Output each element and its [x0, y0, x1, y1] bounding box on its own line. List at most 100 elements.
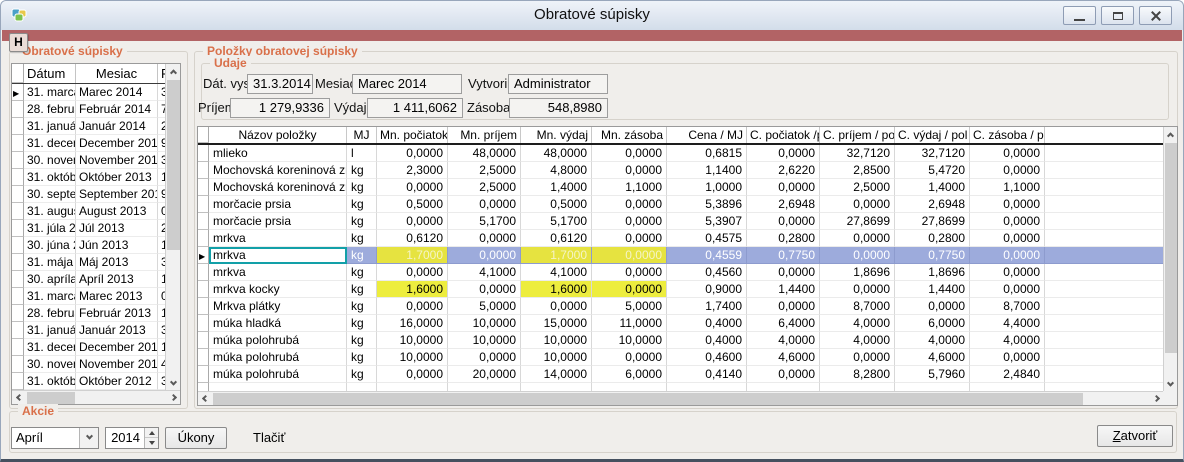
scroll-right-arrow-icon[interactable] [166, 391, 180, 404]
scroll-left-arrow-icon[interactable] [198, 392, 212, 405]
item-name-cell: Mochovská koreninová zmes [209, 162, 347, 179]
scroll-up-arrow-icon[interactable] [166, 64, 180, 78]
table-row[interactable]: ▶mrkvakg1,70000,00001,70000,00000,45590,… [198, 247, 1163, 264]
column-header-c-zasoba[interactable]: C. zásoba / po [970, 127, 1045, 143]
list-item[interactable]: ▶31. marca 2014Marec 20143 [12, 84, 165, 101]
scrollbar-thumb[interactable] [27, 392, 75, 404]
table-row[interactable]: morčacie prsiakg0,50000,00000,50000,0000… [198, 196, 1163, 213]
date-cell: 31. januára 2014 [24, 118, 76, 135]
table-row[interactable]: mrkvakg0,61200,00000,61200,00000,45750,2… [198, 230, 1163, 247]
table-row[interactable]: múka polohrubákg10,000010,000010,000010,… [198, 332, 1163, 349]
table-row[interactable]: mliekol0,000048,000048,00000,00000,68150… [198, 145, 1163, 162]
ukony-button[interactable]: Úkony [165, 427, 227, 449]
column-header-datum[interactable]: Dátum [24, 64, 76, 83]
scrollbar-thumb[interactable] [1165, 143, 1177, 353]
list-item[interactable]: 30. júna 2013Jún 20131 [12, 237, 165, 254]
left-list-horizontal-scrollbar[interactable] [12, 390, 180, 404]
dat-vyst-field[interactable]: 31.3.2014 [247, 74, 313, 94]
vydaj-field[interactable]: 1 411,6062 [367, 98, 463, 118]
column-header-mesiac[interactable]: Mesiac [76, 64, 158, 83]
table-row[interactable]: mrkva kockykg1,60000,00001,60000,00000,9… [198, 281, 1163, 298]
zasoba-field[interactable]: 548,8980 [509, 98, 608, 118]
value-cell: 8,7000 [970, 298, 1045, 315]
column-header-c-pociatok[interactable]: C. počiatok /po [747, 127, 820, 143]
scroll-right-arrow-icon[interactable] [1149, 392, 1163, 405]
list-item[interactable]: 31. decembra 2012December 20121 [12, 339, 165, 356]
stepper-down-icon[interactable] [145, 438, 158, 448]
date-cell: 31. marca 2013 [24, 288, 76, 305]
column-header-mn-prijem[interactable]: Mn. príjem [448, 127, 521, 143]
month-cell: December 2012 [76, 339, 158, 356]
month-cell: Jún 2013 [76, 237, 158, 254]
stepper-up-icon[interactable] [145, 428, 158, 438]
column-header-p[interactable]: P [158, 64, 165, 83]
h-button[interactable]: H [9, 33, 28, 52]
value-cell: 0,0000 [820, 196, 895, 213]
vytvoril-field[interactable]: Administrator [508, 74, 608, 94]
column-header-c-vydaj[interactable]: C. výdaj / pol [895, 127, 970, 143]
scroll-down-arrow-icon[interactable] [166, 376, 180, 390]
month-cell: November 2012 [76, 356, 158, 373]
value-cell: 0,0000 [448, 349, 521, 366]
scroll-down-arrow-icon[interactable] [1164, 377, 1177, 391]
list-item[interactable]: 31. januára 2014Január 20142 [12, 118, 165, 135]
row-selector [198, 196, 209, 213]
value-cell: 0,4575 [667, 230, 747, 247]
column-header-nazov[interactable]: Názov položky [209, 127, 347, 143]
value-cell: 2,5000 [448, 179, 521, 196]
list-item[interactable]: 31. júla 2013Júl 20132 [12, 220, 165, 237]
table-row[interactable]: múka polohrubákg0,000020,000014,00006,00… [198, 366, 1163, 383]
list-item[interactable]: 31. marca 2013Marec 20130 [12, 288, 165, 305]
unit-cell: kg [347, 213, 377, 230]
scroll-up-arrow-icon[interactable] [1164, 127, 1177, 141]
year-stepper[interactable]: 2014 [105, 427, 159, 449]
minimize-button[interactable] [1063, 6, 1096, 25]
unit-cell: kg [347, 247, 377, 264]
column-header-mn-zasoba[interactable]: Mn. zásoba [592, 127, 667, 143]
mesiac-field[interactable]: Marec 2014 [352, 74, 462, 94]
column-header-mj[interactable]: MJ [347, 127, 377, 143]
column-header-mn-pociatok[interactable]: Mn. počiatok [377, 127, 448, 143]
table-row[interactable]: múka hladkákg16,000010,000015,000011,000… [198, 315, 1163, 332]
value-cell: 0,4600 [667, 349, 747, 366]
value-cell: 4,6000 [747, 349, 820, 366]
scroll-left-arrow-icon[interactable] [12, 391, 26, 404]
column-header-cena-mj[interactable]: Cena / MJ [667, 127, 747, 143]
list-item[interactable]: 30. novembra 2013November 20133 [12, 152, 165, 169]
list-item[interactable]: 31. mája 2013Máj 20133 [12, 254, 165, 271]
date-cell: 31. júla 2013 [24, 220, 76, 237]
maximize-button[interactable] [1101, 6, 1134, 25]
zatvorit-button[interactable]: Zatvoriť [1097, 425, 1173, 447]
table-row[interactable]: Mrkva plátkykg0,00005,00000,00005,00001,… [198, 298, 1163, 315]
list-item[interactable]: 30. septembra 2013September 20139 [12, 186, 165, 203]
column-header-mn-vydaj[interactable]: Mn. výdaj [521, 127, 592, 143]
list-item[interactable]: 31. januára 2013Január 20133 [12, 322, 165, 339]
month-cell: Február 2014 [76, 101, 158, 118]
table-row[interactable]: mrkvakg0,00004,10004,10000,00000,45600,0… [198, 264, 1163, 281]
list-item[interactable]: 30. novembra 2012November 20124 [12, 356, 165, 373]
close-button[interactable] [1139, 6, 1172, 25]
list-item[interactable]: 28. februára 2014Február 20147 [12, 101, 165, 118]
vydaj-label: Výdaj [334, 98, 367, 118]
list-item[interactable]: 31. októbra 2012Október 20123 [12, 373, 165, 390]
table-row[interactable]: Mochovská koreninová zmeskg2,30002,50004… [198, 162, 1163, 179]
item-name-cell: mrkva [209, 247, 347, 264]
left-list-vertical-scrollbar[interactable] [165, 64, 180, 390]
table-row[interactable]: morčacie prsiakg0,00005,17005,17000,0000… [198, 213, 1163, 230]
month-select[interactable]: Apríl [11, 427, 99, 449]
items-table-horizontal-scrollbar[interactable] [198, 391, 1163, 405]
list-item[interactable]: 30. apríla 2013Apríl 20131 [12, 271, 165, 288]
column-header-c-prijem[interactable]: C. príjem / pol [820, 127, 895, 143]
scrollbar-thumb[interactable] [167, 80, 180, 250]
table-row[interactable]: Mochovská koreninová zmeskg0,00002,50001… [198, 179, 1163, 196]
list-item[interactable]: 31. augusta 2013August 20130 [12, 203, 165, 220]
prijem-field[interactable]: 1 279,9336 [230, 98, 330, 118]
chevron-down-icon[interactable] [79, 428, 98, 448]
list-item[interactable]: 31. októbra 2013Október 20131 [12, 169, 165, 186]
list-item[interactable]: 28. februára 2013Február 20131 [12, 305, 165, 322]
list-item[interactable]: 31. decembra 2013December 20139 [12, 135, 165, 152]
scrollbar-thumb[interactable] [213, 393, 1083, 405]
items-table-vertical-scrollbar[interactable] [1163, 127, 1177, 391]
item-name-cell: Mrkva plátky [209, 298, 347, 315]
table-row[interactable]: múka polohrubákg10,00000,000010,00000,00… [198, 349, 1163, 366]
